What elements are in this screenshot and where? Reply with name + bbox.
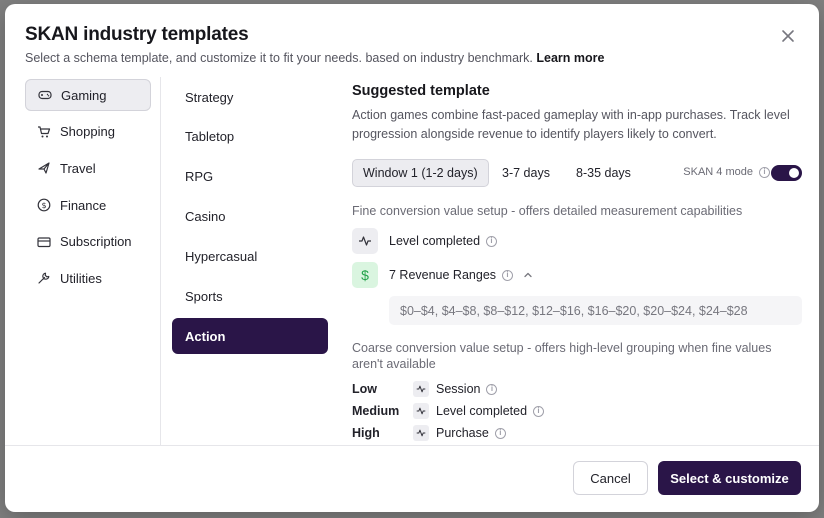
coarse-event: Level completed [436, 404, 528, 418]
fine-item-label: Level completed [389, 234, 481, 248]
wrench-icon [37, 271, 51, 285]
close-button[interactable] [779, 27, 797, 45]
info-icon[interactable]: i [759, 166, 770, 178]
dialog-subtitle-text: Select a schema template, and customize … [25, 51, 533, 65]
industry-item-finance[interactable]: $ Finance [25, 189, 151, 221]
industry-label: Subscription [60, 234, 132, 250]
industry-label: Gaming [61, 87, 107, 103]
info-icon[interactable]: i [533, 405, 545, 417]
industry-item-travel[interactable]: Travel [25, 152, 151, 184]
svg-text:$: $ [41, 201, 46, 210]
fine-item-level-completed: Level completed i [352, 228, 498, 254]
dollar-icon: $ [352, 262, 378, 288]
coarse-event: Purchase [436, 426, 489, 440]
column-divider [160, 77, 161, 445]
game-type-action[interactable]: Action [172, 318, 328, 355]
cart-icon [37, 125, 51, 139]
industry-label: Utilities [60, 270, 102, 286]
tab-8-35-days[interactable]: 8-35 days [566, 159, 641, 187]
dialog-footer: Cancel Select & customize [5, 445, 819, 512]
info-icon[interactable]: i [502, 269, 514, 281]
coarse-level: Low [352, 382, 377, 396]
info-icon[interactable]: i [494, 427, 506, 439]
industry-label: Finance [60, 197, 107, 213]
info-icon[interactable]: i [486, 383, 498, 395]
dialog-body: Gaming Shopping Travel $ Finance Subscri… [5, 77, 819, 445]
fine-item-label: 7 Revenue Ranges [389, 268, 497, 282]
plane-icon [37, 161, 51, 175]
activity-icon [413, 425, 429, 441]
coarse-value-label: Coarse conversion value setup - offers h… [352, 341, 772, 371]
game-type-tabletop[interactable]: Tabletop [172, 119, 328, 155]
coarse-row-low: Low Session i [352, 379, 652, 399]
industry-item-shopping[interactable]: Shopping [25, 116, 151, 148]
coarse-row-medium: Medium Level completed i [352, 401, 652, 421]
close-icon [782, 30, 794, 42]
game-type-sports[interactable]: Sports [172, 278, 328, 314]
industry-item-subscription[interactable]: Subscription [25, 226, 151, 258]
fine-value-label: Fine conversion value setup - offers det… [352, 204, 743, 218]
chevron-up-icon[interactable] [523, 270, 533, 280]
suggested-title: Suggested template [352, 83, 490, 99]
coarse-row-high: High Purchase i [352, 423, 652, 443]
game-type-list: Strategy Tabletop RPG Casino Hypercasual… [172, 79, 328, 358]
gamepad-icon [38, 88, 52, 102]
game-type-rpg[interactable]: RPG [172, 159, 328, 195]
dollar-circle-icon: $ [37, 198, 51, 212]
coarse-level: Medium [352, 404, 400, 418]
industry-item-utilities[interactable]: Utilities [25, 262, 151, 294]
revenue-ranges-list: $0–$4, $4–$8, $8–$12, $12–$16, $16–$20, … [389, 296, 802, 325]
game-type-casino[interactable]: Casino [172, 199, 328, 235]
card-icon [37, 235, 51, 249]
activity-icon [413, 381, 429, 397]
dialog-title: SKAN industry templates [25, 24, 249, 45]
skan-mode-toggle[interactable] [771, 165, 802, 181]
tab-3-7-days[interactable]: 3-7 days [492, 159, 560, 187]
coarse-event: Session [436, 382, 481, 396]
info-icon[interactable]: i [486, 235, 498, 247]
game-type-strategy[interactable]: Strategy [172, 79, 328, 115]
fine-item-revenue-ranges: $ 7 Revenue Ranges i [352, 262, 533, 288]
activity-icon [413, 403, 429, 419]
skan-templates-dialog: SKAN industry templates Select a schema … [5, 4, 819, 512]
industry-label: Shopping [60, 124, 115, 140]
cancel-button[interactable]: Cancel [573, 461, 648, 495]
industry-label: Travel [60, 160, 96, 176]
skan-mode-label: SKAN 4 mode i [683, 166, 770, 178]
dialog-subtitle: Select a schema template, and customize … [25, 51, 604, 65]
tab-window-1[interactable]: Window 1 (1-2 days) [352, 159, 489, 187]
industry-item-gaming[interactable]: Gaming [25, 79, 151, 111]
window-tabs: Window 1 (1-2 days) 3-7 days 8-35 days S… [352, 159, 802, 187]
skan-mode-text: SKAN 4 mode [683, 166, 753, 178]
suggested-template-panel: Suggested template Action games combine … [352, 83, 802, 441]
coarse-level: High [352, 426, 380, 440]
select-customize-button[interactable]: Select & customize [658, 461, 801, 495]
game-type-hypercasual[interactable]: Hypercasual [172, 239, 328, 275]
learn-more-link[interactable]: Learn more [536, 51, 604, 65]
activity-icon [352, 228, 378, 254]
industry-list: Gaming Shopping Travel $ Finance Subscri… [25, 79, 151, 299]
suggested-description: Action games combine fast-paced gameplay… [352, 108, 790, 141]
